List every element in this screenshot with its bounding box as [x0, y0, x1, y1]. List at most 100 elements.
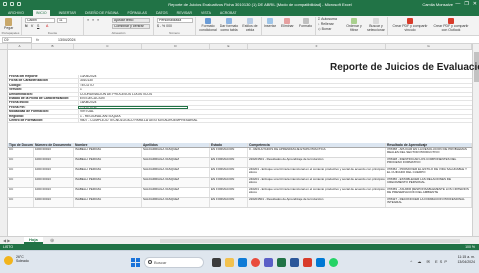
column-header[interactable]: F: [248, 44, 386, 49]
tab-inicio[interactable]: INICIO: [32, 9, 50, 16]
chrome-icon[interactable]: [251, 258, 260, 267]
format-table-button[interactable]: Dar formato como tabla: [219, 18, 239, 32]
table-cell[interactable]: CC: [8, 168, 34, 177]
meta-value[interactable]: 1 - REGIONAL ANTIOQUIA: [78, 114, 188, 118]
save-icon[interactable]: [3, 2, 7, 6]
table-cell[interactable]: 240201 - Enfoque una fórmula intencional…: [248, 178, 386, 187]
tab-insertar[interactable]: INSERTAR: [59, 11, 76, 15]
insert-button[interactable]: Insertar: [264, 18, 276, 28]
table-cell[interactable]: SALDARRIAGA VASQUEZ: [142, 198, 210, 207]
tab-vista[interactable]: VISTA: [201, 11, 211, 15]
table-cell[interactable]: 378459 - ASUMIR RESPONSABLEMENTE LOS CRI…: [386, 188, 472, 197]
merge-center-button[interactable]: Combinar y centrar: [112, 24, 150, 29]
table-cell[interactable]: SALDARRIAGA VASQUEZ: [142, 168, 210, 177]
italic-button[interactable]: K: [31, 24, 33, 28]
sheet-tab[interactable]: Hoja: [24, 237, 43, 244]
table-cell[interactable]: ISABELLI PEROZA: [74, 198, 142, 207]
column-header[interactable]: A: [8, 44, 32, 49]
table-cell[interactable]: 378456 - ESTABLECER LAS RELACIONES DE CR…: [386, 178, 472, 187]
table-cell[interactable]: EN FORMACIÓN: [210, 178, 248, 187]
maximize-button[interactable]: ❐: [464, 1, 468, 7]
formula-input[interactable]: 13/04/2024: [58, 38, 76, 42]
cell-styles-button[interactable]: Estilos de celda: [240, 18, 260, 32]
redo-icon[interactable]: [17, 2, 21, 6]
wrap-text-button[interactable]: Ajustar texto: [112, 18, 150, 23]
create-pdf-outlook-button[interactable]: Crear PDF y compartir con Outlook: [432, 18, 470, 32]
select-all-corner[interactable]: [0, 44, 8, 49]
table-header[interactable]: Competencia: [248, 143, 386, 147]
bold-button[interactable]: N: [25, 24, 28, 28]
weather-widget[interactable]: 26°C Soleado: [4, 255, 29, 265]
table-cell[interactable]: 378428 - IDENTIFICAR LOS COMPONENTES DEL…: [386, 158, 472, 167]
conditional-format-button[interactable]: Formato condicional: [198, 18, 218, 32]
fill-button[interactable]: ↓ Rellenar: [318, 22, 334, 26]
table-cell[interactable]: 1000 00013: [34, 168, 74, 177]
meta-value[interactable]: VIRTUAL: [78, 110, 188, 114]
word-icon[interactable]: [290, 258, 299, 267]
tab-archivo[interactable]: ARCHIVO: [8, 11, 24, 15]
meta-value[interactable]: 18/08/2024: [78, 101, 188, 105]
table-cell[interactable]: EN FORMACIÓN: [210, 148, 248, 157]
outlook-icon[interactable]: [316, 258, 325, 267]
meta-value[interactable]: 13/04/2024: [78, 75, 188, 79]
tab-acrobat[interactable]: ACROBAT: [220, 11, 237, 15]
task-view-icon[interactable]: [212, 258, 221, 267]
column-header[interactable]: B: [32, 44, 74, 49]
number-format-combo[interactable]: Personalizada: [157, 18, 193, 23]
column-header[interactable]: D: [142, 44, 210, 49]
table-cell[interactable]: 1000 00013: [34, 148, 74, 157]
whatsapp-icon[interactable]: [329, 258, 338, 267]
table-cell[interactable]: EN FORMACIÓN: [210, 168, 248, 177]
meta-value[interactable]: 9507 - COMPLEJO TECNOLÓGICO PARA LA GEST…: [78, 118, 278, 123]
column-header[interactable]: E: [210, 44, 248, 49]
table-cell[interactable]: ISABELLI PEROZA: [74, 188, 142, 197]
currency-icon[interactable]: $ - % 000: [157, 24, 172, 28]
system-tray-icons[interactable]: ^ ☁ ✉ ESP: [410, 259, 449, 264]
meta-value[interactable]: TECGTO: [78, 83, 188, 88]
clock[interactable]: 11:15 a. m. 13/04/2024: [457, 255, 475, 264]
table-cell[interactable]: CC: [8, 148, 34, 157]
tab-diseno-pagina[interactable]: DISEÑO DE PÁGINA: [85, 11, 118, 15]
tab-revisar[interactable]: REVISAR: [177, 11, 192, 15]
table-cell[interactable]: 220201501 - Resultados de Aprendizaje de…: [248, 158, 386, 167]
name-box[interactable]: C9: [2, 37, 32, 43]
table-cell[interactable]: ISABELLI PEROZA: [74, 178, 142, 187]
table-cell[interactable]: ISABELLI PEROZA: [74, 148, 142, 157]
table-header[interactable]: Estado: [210, 143, 248, 147]
table-cell[interactable]: SALDARRIAGA VASQUEZ: [142, 178, 210, 187]
file-explorer-icon[interactable]: [225, 258, 234, 267]
font-size-combo[interactable]: 11: [57, 18, 67, 23]
table-cell[interactable]: CC: [8, 158, 34, 167]
table-cell[interactable]: EN FORMACIÓN: [210, 158, 248, 167]
horizontal-scrollbar[interactable]: [160, 239, 460, 243]
table-header[interactable]: Tipo de Documento: [8, 143, 34, 147]
teams-icon[interactable]: [264, 258, 273, 267]
start-button[interactable]: [131, 258, 140, 267]
table-cell[interactable]: 1000 00013: [34, 198, 74, 207]
font-color-icon[interactable]: A: [46, 24, 48, 28]
minimize-button[interactable]: —: [455, 1, 460, 7]
table-cell[interactable]: 1000 00013: [34, 188, 74, 197]
find-select-button[interactable]: Buscar y seleccionar: [366, 18, 386, 32]
close-button[interactable]: ✕: [473, 1, 477, 7]
create-pdf-link-button[interactable]: Crear PDF y compartir vínculo: [392, 18, 428, 32]
table-cell[interactable]: CC: [8, 198, 34, 207]
user-name[interactable]: Camila Monsalve: [422, 2, 453, 7]
table-cell[interactable]: 220201501 - Resultados de Aprendizaje de…: [248, 198, 386, 207]
table-cell[interactable]: 378452 - PROMOVER EL ESTILO DE VIDA SALU…: [386, 168, 472, 177]
acrobat-icon[interactable]: [303, 258, 312, 267]
meta-value[interactable]: 3010130: [78, 79, 188, 83]
taskbar-search[interactable]: Buscar: [144, 257, 204, 268]
excel-icon[interactable]: [277, 258, 286, 267]
format-button[interactable]: Formato: [299, 18, 312, 28]
table-cell[interactable]: 378458 - APLICAR EN LA RESOLUCIÓN DE PRO…: [386, 148, 472, 157]
table-cell[interactable]: SALDARRIAGA VASQUEZ: [142, 148, 210, 157]
table-cell[interactable]: CC: [8, 178, 34, 187]
tab-datos[interactable]: DATOS: [156, 11, 168, 15]
table-cell[interactable]: EN FORMACIÓN: [210, 188, 248, 197]
table-cell[interactable]: 0 - RESULTADOS DE APRENDIZAJE ETAPA PRÁC…: [248, 148, 386, 157]
undo-icon[interactable]: [10, 2, 14, 6]
table-cell[interactable]: EN FORMACIÓN: [210, 198, 248, 207]
edge-icon[interactable]: [238, 258, 247, 267]
table-cell[interactable]: 240201 - Enfoque una fórmula intencional…: [248, 168, 386, 177]
